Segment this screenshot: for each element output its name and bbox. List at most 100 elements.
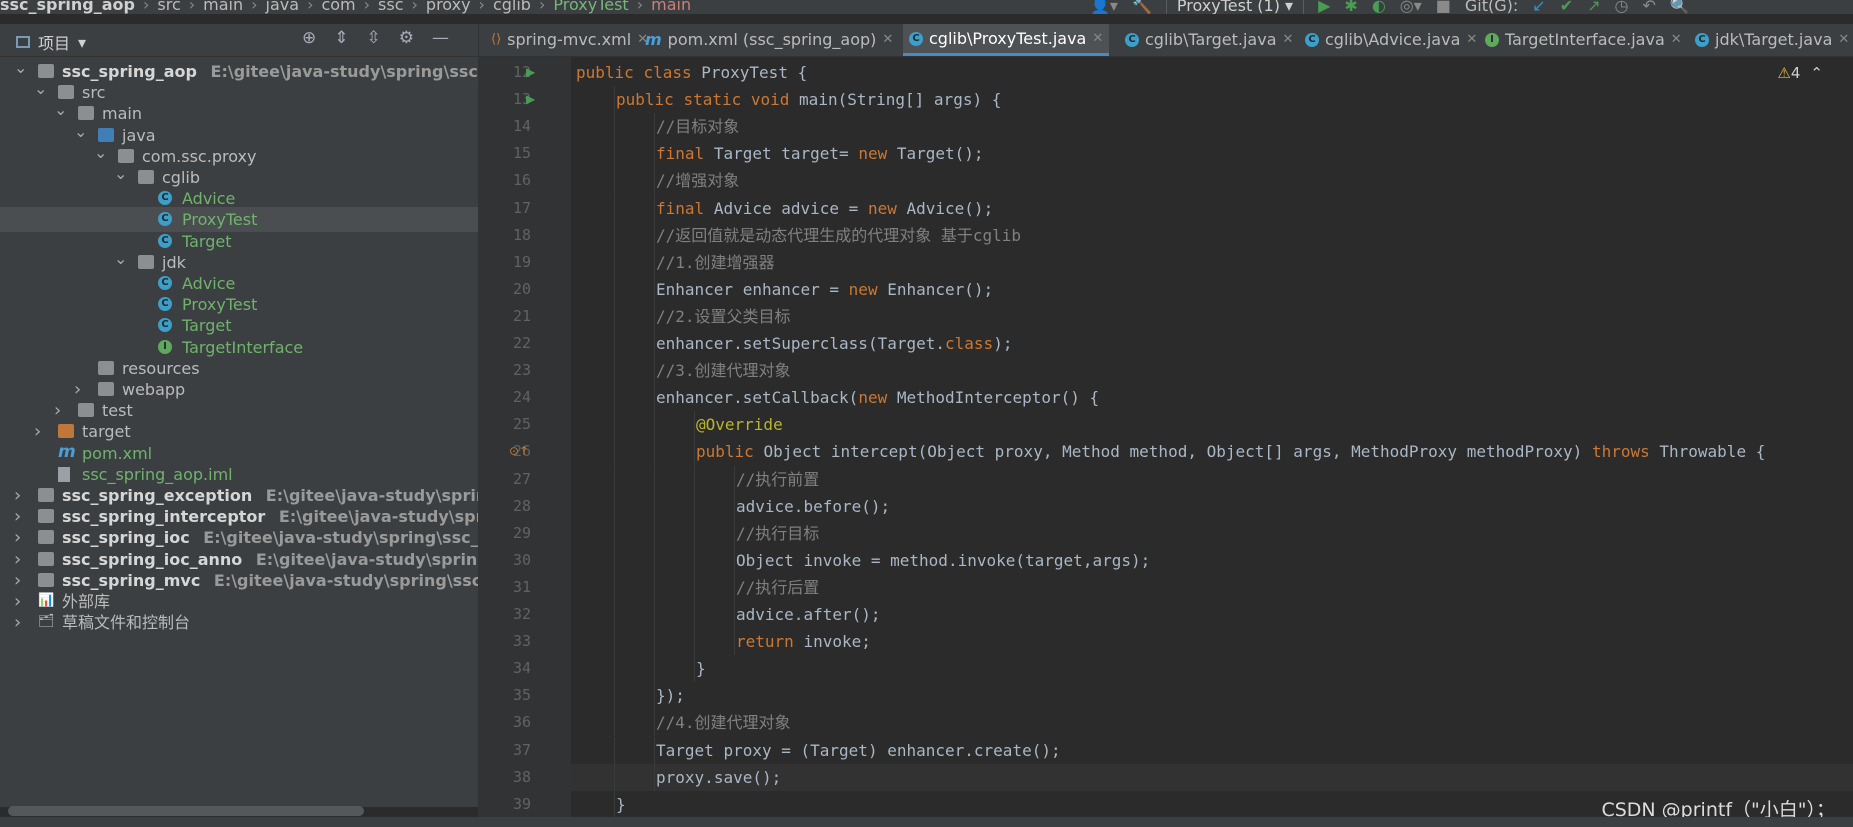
editor-tab-label: pom.xml (ssc_spring_aop) bbox=[667, 30, 877, 49]
breadcrumb-item[interactable]: ProxyTest bbox=[553, 0, 628, 14]
indent-guide bbox=[654, 357, 655, 385]
indent-guide bbox=[614, 519, 615, 547]
line-number: 21 bbox=[512, 306, 531, 325]
code-line[interactable]: enhancer.setSuperclass(Target.class); bbox=[571, 330, 1853, 357]
close-icon[interactable]: ✕ bbox=[1838, 25, 1849, 55]
build-hammer-icon[interactable]: 🔨 bbox=[1132, 0, 1152, 14]
code-editor[interactable]: public class ProxyTest { public static vo… bbox=[571, 57, 1853, 827]
chevron-up-icon[interactable]: ⌃ bbox=[1810, 64, 1823, 82]
editor-tab[interactable]: Cjdk\Target.java ✕ bbox=[1689, 24, 1853, 56]
git-push-icon[interactable]: ↗ bbox=[1587, 0, 1600, 14]
breadcrumb-item[interactable]: ssc_spring_aop bbox=[0, 0, 135, 14]
gear-icon[interactable]: ⚙ bbox=[399, 28, 414, 48]
code-line[interactable]: //返回值就是动态代理生成的代理对象 基于cglib bbox=[571, 221, 1853, 249]
close-icon[interactable]: ✕ bbox=[882, 25, 893, 55]
expand-all-icon[interactable]: ⇕ bbox=[334, 28, 348, 48]
code-line[interactable]: //4.创建代理对象 bbox=[571, 709, 1853, 737]
code-line[interactable]: //3.创建代理对象 bbox=[571, 357, 1853, 385]
code-line[interactable]: advice.before(); bbox=[571, 492, 1853, 520]
code-line[interactable]: Enhancer enhancer = new Enhancer(); bbox=[571, 275, 1853, 303]
code-text: enhancer.setCallback(new MethodIntercept… bbox=[656, 388, 1100, 408]
project-tree-scrollbar[interactable] bbox=[8, 806, 364, 816]
line-number: 15 bbox=[512, 144, 531, 163]
indent-guide bbox=[694, 601, 695, 628]
code-line[interactable]: } bbox=[571, 655, 1853, 683]
breadcrumb-item[interactable]: cglib bbox=[493, 0, 531, 14]
breadcrumb-item[interactable]: main bbox=[651, 0, 691, 14]
git-commit-icon[interactable]: ✔ bbox=[1560, 0, 1573, 14]
editor-tab[interactable]: m pom.xml (ssc_spring_aop) ✕ bbox=[639, 24, 899, 56]
code-line[interactable]: Object invoke = method.invoke(target,arg… bbox=[571, 546, 1853, 574]
search-icon[interactable]: 🔍 bbox=[1670, 0, 1690, 14]
chevron-down-icon[interactable]: ⌄ bbox=[34, 76, 47, 101]
code-line[interactable]: final Advice advice = new Advice(); bbox=[571, 194, 1853, 222]
close-icon[interactable]: ✕ bbox=[1092, 24, 1103, 54]
editor-tab[interactable]: ⟨⟩ spring-mvc.xml ✕ bbox=[485, 24, 654, 56]
code-line[interactable]: //执行目标 bbox=[571, 519, 1853, 547]
chevron-right-icon[interactable]: › bbox=[14, 610, 26, 635]
code-line[interactable]: //执行后置 bbox=[571, 573, 1853, 601]
code-line[interactable]: }); bbox=[571, 682, 1853, 710]
code-line[interactable]: Target proxy = (Target) enhancer.create(… bbox=[571, 736, 1853, 764]
editor-tab[interactable]: Ccglib\Advice.java ✕ bbox=[1299, 24, 1483, 56]
user-icon[interactable]: 👤▾ bbox=[1090, 0, 1118, 14]
locate-target-icon[interactable]: ⊕ bbox=[302, 28, 316, 48]
code-text: public static void main(String[] args) { bbox=[616, 90, 1002, 110]
chevron-down-icon[interactable]: ⌄ bbox=[114, 246, 127, 271]
code-text: proxy.save(); bbox=[656, 767, 782, 787]
breadcrumb-item[interactable]: com bbox=[321, 0, 355, 14]
debug-icon[interactable]: ✱ bbox=[1344, 0, 1357, 14]
code-line[interactable]: //增强对象 bbox=[571, 167, 1853, 195]
breadcrumb-item[interactable]: ssc bbox=[378, 0, 403, 14]
inspection-widget[interactable]: ⚠4 ⌃ bbox=[1777, 64, 1823, 82]
override-icon[interactable]: ⊙↑ bbox=[509, 444, 529, 458]
stop-icon[interactable]: ■ bbox=[1436, 0, 1451, 14]
editor-tab[interactable]: Ccglib\ProxyTest.java ✕ bbox=[903, 24, 1110, 56]
run-icon[interactable]: ▶ bbox=[1318, 0, 1330, 14]
breadcrumb-item[interactable]: proxy bbox=[426, 0, 471, 14]
history-icon[interactable]: ◷ bbox=[1615, 0, 1629, 14]
collapse-all-icon[interactable]: ⇳ bbox=[367, 28, 381, 48]
run-toolbar: 👤▾ 🔨 ProxyTest (1) ▾ ▶ ✱ ◐ ◎▾ ■ Git(G): … bbox=[1090, 0, 1690, 14]
minimize-icon[interactable]: — bbox=[432, 28, 449, 48]
breadcrumb-item[interactable]: java bbox=[266, 0, 300, 14]
tree-item[interactable]: › 🗂 草稿文件和控制台 bbox=[0, 610, 478, 635]
code-line[interactable]: //目标对象 bbox=[571, 113, 1853, 141]
rollback-icon[interactable]: ↶ bbox=[1642, 0, 1655, 14]
chevron-down-icon[interactable]: ⌄ bbox=[74, 119, 87, 144]
chevron-down-icon[interactable]: ⌄ bbox=[14, 57, 27, 80]
close-icon[interactable]: ✕ bbox=[1283, 25, 1294, 55]
code-line[interactable]: public class ProxyTest { bbox=[571, 59, 1853, 86]
editor-tab[interactable]: Ccglib\Target.java ✕ bbox=[1119, 24, 1299, 56]
indent-guide bbox=[614, 736, 615, 764]
code-text: public class ProxyTest { bbox=[576, 63, 808, 82]
chevron-down-icon[interactable]: ⌄ bbox=[54, 97, 67, 122]
editor-tab[interactable]: I TargetInterface.java ✕ bbox=[1479, 24, 1688, 56]
interface-icon: I bbox=[158, 339, 172, 354]
code-line[interactable]: @Override bbox=[571, 411, 1853, 439]
git-update-icon[interactable]: ↙ bbox=[1532, 0, 1545, 14]
code-line[interactable]: enhancer.setCallback(new MethodIntercept… bbox=[571, 384, 1853, 412]
close-icon[interactable]: ✕ bbox=[1466, 25, 1477, 55]
profile-icon[interactable]: ◎▾ bbox=[1400, 0, 1422, 14]
chevron-down-icon[interactable]: ⌄ bbox=[94, 140, 107, 165]
run-config-select[interactable]: ProxyTest (1) ▾ bbox=[1165, 0, 1305, 14]
code-line[interactable]: return invoke; bbox=[571, 628, 1853, 656]
line-number: 37 bbox=[512, 740, 531, 759]
coverage-icon[interactable]: ◐ bbox=[1372, 0, 1386, 14]
project-view-selector[interactable]: 项目 ▾ bbox=[16, 30, 86, 54]
run-gutter-icon[interactable]: ▶ bbox=[526, 65, 535, 79]
run-gutter-icon[interactable]: ▶ bbox=[526, 92, 535, 106]
code-line[interactable]: final Target target= new Target(); bbox=[571, 140, 1853, 168]
code-line[interactable]: proxy.save(); bbox=[571, 763, 1853, 791]
code-line[interactable]: //2.设置父类目标 bbox=[571, 302, 1853, 330]
breadcrumb-item[interactable]: src bbox=[157, 0, 180, 14]
code-line[interactable]: //执行前置 bbox=[571, 465, 1853, 493]
close-icon[interactable]: ✕ bbox=[1671, 25, 1682, 55]
code-line[interactable]: public Object intercept(Object proxy, Me… bbox=[571, 438, 1853, 466]
code-line[interactable]: public static void main(String[] args) { bbox=[571, 86, 1853, 114]
code-line[interactable]: advice.after(); bbox=[571, 601, 1853, 628]
breadcrumb-item[interactable]: main bbox=[203, 0, 243, 14]
code-line[interactable]: //1.创建增强器 bbox=[571, 248, 1853, 276]
chevron-down-icon[interactable]: ⌄ bbox=[114, 161, 127, 186]
